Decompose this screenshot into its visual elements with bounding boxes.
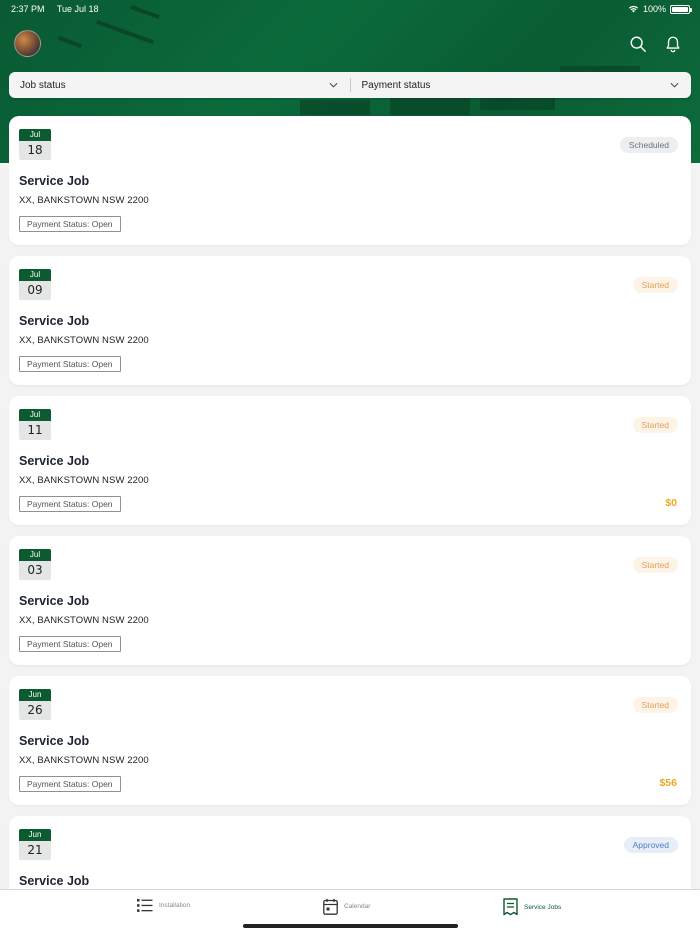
tab-installation[interactable]: Installation [137,898,190,913]
status-badge: Started [632,277,678,293]
search-icon[interactable] [629,35,647,53]
tab-service-jobs[interactable]: Service Jobs [503,898,561,916]
chevron-down-icon [670,82,679,88]
date-day: 03 [27,563,43,577]
status-badge: Approved [623,837,678,853]
battery-percent: 100% [642,4,666,14]
date-day: 11 [27,423,43,437]
status-date: Tue Jul 18 [56,4,99,14]
date-badge: Jun 26 [19,689,51,720]
job-status-label: Job status [20,79,66,91]
filter-bar: Job status Payment status [9,72,691,98]
battery-icon [670,4,692,14]
date-month: Jun [19,829,51,841]
job-card[interactable]: Jul 09 Started Service Job XX, BANKSTOWN… [9,256,691,385]
date-badge: Jul 09 [19,269,51,300]
payment-status-tag: Payment Status: Open [19,636,121,652]
date-day: 26 [27,703,43,717]
job-title: Service Job [19,454,90,468]
tab-service-jobs-label: Service Jobs [524,903,562,911]
bell-icon[interactable] [664,35,682,53]
date-badge: Jul 18 [19,129,51,160]
calendar-icon [323,898,338,915]
payment-status-tag: Payment Status: Open [19,776,121,792]
tab-calendar[interactable]: Calendar [323,898,370,915]
date-month: Jul [19,129,51,141]
date-day: 21 [27,843,43,857]
date-badge: Jul 11 [19,409,51,440]
job-address: XX, BANKSTOWN NSW 2200 [19,335,149,346]
payment-status-label: Payment status [361,79,431,91]
job-amount: $56 [659,777,677,789]
job-address: XX, BANKSTOWN NSW 2200 [19,615,149,626]
job-card[interactable]: Jul 18 Scheduled Service Job XX, BANKSTO… [9,116,691,245]
job-address: XX, BANKSTOWN NSW 2200 [19,475,149,486]
status-time: 2:37 PM [11,4,45,14]
job-status-dropdown[interactable]: Job status [9,72,350,98]
wifi-icon [628,5,639,13]
payment-status-tag: Payment Status: Open [19,216,121,232]
job-title: Service Job [19,174,90,188]
job-title: Service Job [19,314,90,328]
job-address: XX, BANKSTOWN NSW 2200 [19,195,149,206]
payment-status-tag: Payment Status: Open [19,356,121,372]
tab-calendar-label: Calendar [344,903,371,910]
date-badge: Jun 21 [19,829,51,860]
avatar[interactable] [14,30,41,57]
status-badge: Scheduled [619,137,678,153]
payment-status-tag: Payment Status: Open [19,496,121,512]
status-badge: Started [632,417,678,433]
list-icon [137,899,153,912]
job-card[interactable]: Jul 11 Started Service Job XX, BANKSTOWN… [9,396,691,525]
date-day: 18 [27,143,43,157]
status-badge: Started [632,557,678,573]
date-month: Jul [19,269,51,281]
date-day: 09 [27,283,43,297]
job-card[interactable]: Jul 03 Started Service Job XX, BANKSTOWN… [9,536,691,665]
payment-status-dropdown[interactable]: Payment status [351,72,692,98]
job-amount: $0 [665,497,677,509]
home-indicator [243,924,458,928]
date-badge: Jul 03 [19,549,51,580]
job-list: Jul 18 Scheduled Service Job XX, BANKSTO… [9,116,691,934]
tab-installation-label: Installation [159,902,191,909]
job-address: XX, BANKSTOWN NSW 2200 [19,755,149,766]
status-bar: 2:37 PM Tue Jul 18 100% [0,0,700,18]
date-month: Jun [19,689,51,701]
status-badge: Started [632,697,678,713]
job-title: Service Job [19,874,90,888]
receipt-icon [503,898,518,916]
job-title: Service Job [19,594,90,608]
job-title: Service Job [19,734,90,748]
date-month: Jul [19,549,51,561]
date-month: Jul [19,409,51,421]
chevron-down-icon [329,82,337,88]
job-card[interactable]: Jun 26 Started Service Job XX, BANKSTOWN… [9,676,691,805]
